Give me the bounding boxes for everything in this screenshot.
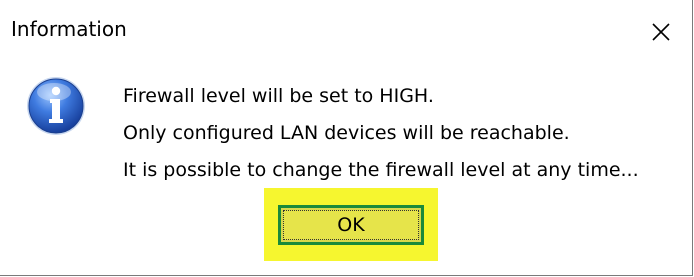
title-bar[interactable]: Information [0,0,692,62]
message-line-2: Only configured LAN devices will be reac… [123,122,570,144]
message-line-1: Firewall level will be set to HIGH. [123,85,434,107]
close-icon [652,23,670,41]
ok-button-label: OK [283,210,419,240]
close-button[interactable] [630,0,692,62]
dialog-title: Information [11,17,127,41]
info-icon [24,74,88,138]
ok-button[interactable]: OK [278,205,424,245]
message-line-3: It is possible to change the firewall le… [123,159,639,181]
information-dialog: Information Firewall level will be set t… [0,0,693,276]
